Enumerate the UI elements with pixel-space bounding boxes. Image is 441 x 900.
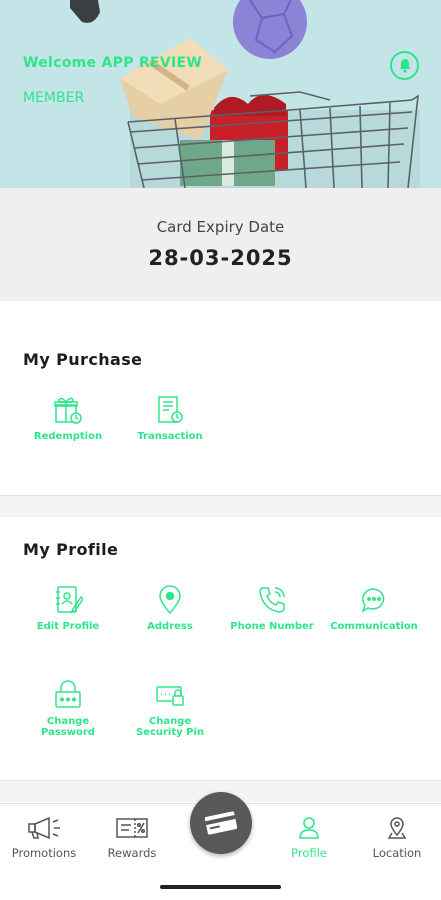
gift-clock-icon — [54, 397, 82, 424]
change-password-label: Change Password — [41, 716, 95, 738]
nav-location-label: Location — [372, 846, 422, 860]
section-divider — [0, 495, 441, 517]
phone-icon — [259, 587, 285, 613]
person-icon — [299, 817, 319, 839]
nav-rewards-label: Rewards — [107, 846, 157, 860]
nav-promotions[interactable]: Promotions — [0, 816, 88, 860]
chat-icon — [361, 588, 385, 613]
lock-icon — [55, 680, 81, 708]
phone-number-label: Phone Number — [230, 621, 314, 632]
profile-section: My Profile Edit Profile Address Phone Nu… — [0, 517, 441, 780]
megaphone-icon — [28, 816, 60, 840]
member-card-button[interactable] — [190, 792, 252, 854]
voucher-icon — [116, 818, 148, 838]
card-icon — [204, 811, 238, 835]
change-security-pin-label: Change Security Pin — [135, 716, 205, 738]
transaction-label: Transaction — [137, 431, 203, 442]
phone-number-tile[interactable]: Phone Number — [222, 585, 322, 632]
edit-profile-label: Edit Profile — [36, 621, 100, 632]
purchase-title: My Purchase — [23, 350, 143, 369]
edit-profile-tile[interactable]: Edit Profile — [18, 585, 118, 632]
change-password-tile[interactable]: Change Password — [18, 680, 118, 738]
address-label: Address — [147, 621, 193, 632]
welcome-text: Welcome APP REVIEW — [23, 55, 203, 71]
expiry-label: Card Expiry Date — [156, 218, 285, 236]
edit-profile-icon — [56, 586, 83, 614]
notification-button[interactable] — [390, 51, 419, 80]
hero-banner: Welcome APP REVIEW MEMBER — [0, 0, 441, 188]
address-tile[interactable]: Address — [120, 585, 220, 632]
home-indicator[interactable] — [160, 885, 281, 889]
location-pin-icon — [159, 585, 181, 615]
communication-label: Communication — [330, 621, 418, 632]
nav-promotions-label: Promotions — [11, 846, 77, 860]
transaction-tile[interactable]: Transaction — [120, 395, 220, 442]
profile-title: My Profile — [23, 540, 119, 559]
purchase-section: My Purchase Redemption Transaction — [0, 301, 441, 495]
redemption-tile[interactable]: Redemption — [18, 395, 118, 442]
location-icon — [387, 817, 407, 839]
expiry-date: 28-03-2025 — [148, 246, 293, 270]
bottom-navigation: Promotions Rewards Profile Location — [0, 792, 441, 900]
nav-location[interactable]: Location — [353, 816, 441, 860]
member-tier: MEMBER — [23, 90, 85, 106]
pin-card-icon — [156, 686, 184, 706]
nav-rewards[interactable]: Rewards — [88, 816, 176, 860]
receipt-clock-icon — [158, 396, 183, 423]
redemption-label: Redemption — [33, 431, 103, 442]
nav-profile-label: Profile — [291, 846, 327, 860]
card-expiry-panel: Card Expiry Date 28-03-2025 — [0, 188, 441, 301]
communication-tile[interactable]: Communication — [324, 585, 424, 632]
bell-icon — [399, 59, 410, 73]
change-security-pin-tile[interactable]: Change Security Pin — [120, 680, 220, 738]
nav-profile[interactable]: Profile — [265, 816, 353, 860]
